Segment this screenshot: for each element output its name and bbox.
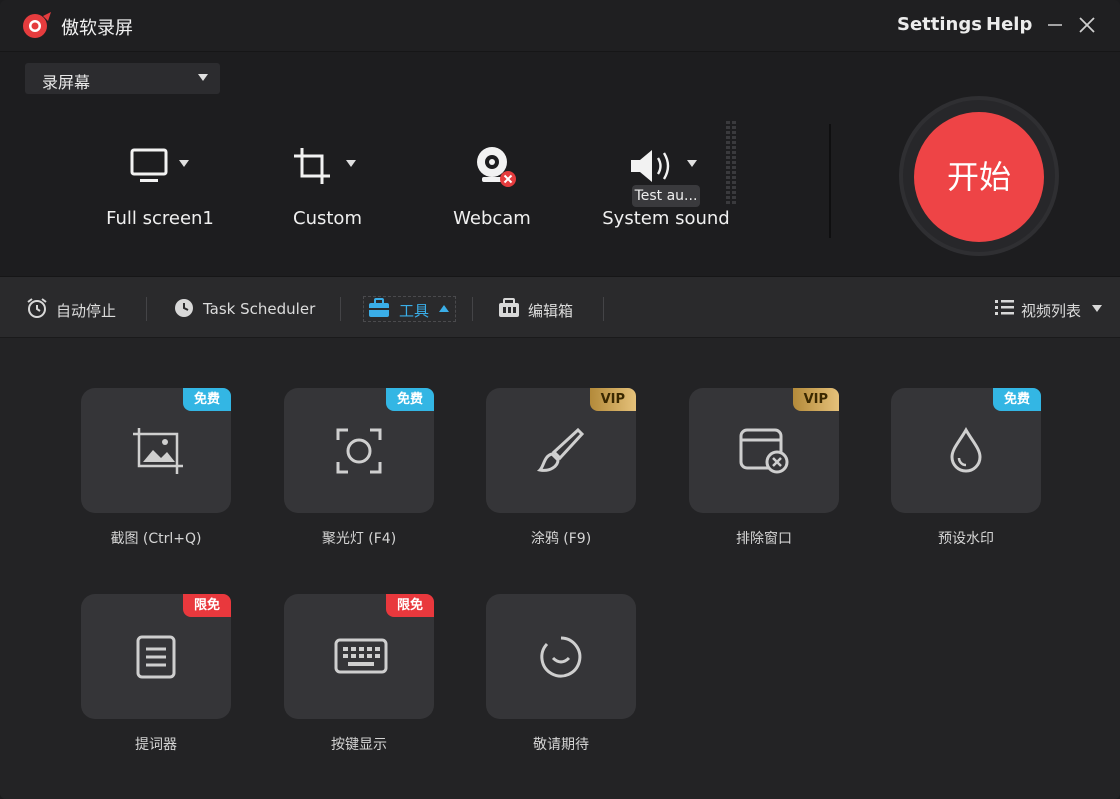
sound-dropdown-icon[interactable] xyxy=(687,160,697,167)
tool-card: 限免 xyxy=(284,594,434,719)
alarm-clock-icon xyxy=(27,298,47,318)
tool-label: 按键显示 xyxy=(331,737,387,753)
webcam-source[interactable]: Webcam xyxy=(450,142,534,242)
task-scheduler-button[interactable]: Task Scheduler xyxy=(173,296,318,322)
app-logo-icon xyxy=(23,12,51,38)
toolbox-icon xyxy=(369,298,389,317)
chevron-down-icon xyxy=(198,74,208,81)
tools-label: 工具 xyxy=(399,302,430,320)
watermark-drop-icon xyxy=(950,427,982,473)
record-panel: 录屏幕 Full screen1 Custom Webcam System so… xyxy=(0,52,1120,276)
crop-icon xyxy=(294,148,330,184)
tool-card: 免费 xyxy=(891,388,1041,513)
free-badge: 免费 xyxy=(182,388,231,411)
tools-grid: 免费 截图 (Ctrl+Q) 免费 聚光灯 (F4) VIP 涂鸦 (F9) V… xyxy=(0,338,1120,799)
tool-label: 敬请期待 xyxy=(533,737,589,753)
tool-card xyxy=(486,594,636,719)
vip-badge: VIP xyxy=(792,388,839,411)
chevron-up-icon xyxy=(439,305,449,312)
tool-card: 免费 xyxy=(284,388,434,513)
system-sound-label: System sound xyxy=(602,208,730,229)
auto-stop-button[interactable]: 自动停止 xyxy=(26,296,126,322)
coming-soon-icon xyxy=(540,636,582,678)
fullscreen-label: Full screen1 xyxy=(106,208,214,229)
function-toolbar: 自动停止 Task Scheduler 工具 编辑箱 视频列表 xyxy=(0,276,1120,338)
custom-source[interactable]: Custom xyxy=(280,142,375,242)
limited-free-badge: 限免 xyxy=(385,594,434,617)
exclude-window-icon xyxy=(739,428,789,474)
toolbar-divider xyxy=(603,297,604,321)
video-list-button[interactable]: 视频列表 xyxy=(994,296,1104,322)
editor-label: 编辑箱 xyxy=(528,302,574,320)
volume-meter xyxy=(726,121,736,204)
toolbar-divider xyxy=(472,297,473,321)
tool-label: 截图 (Ctrl+Q) xyxy=(110,531,202,547)
tool-label: 提词器 xyxy=(135,737,177,753)
custom-label: Custom xyxy=(293,208,362,229)
tool-label: 聚光灯 (F4) xyxy=(321,531,397,547)
vip-badge: VIP xyxy=(589,388,636,411)
sound-test-tooltip: Test au... xyxy=(632,185,700,207)
tool-card: 免费 xyxy=(81,388,231,513)
title-bar: 傲软录屏 Settings Help xyxy=(0,0,1120,52)
panel-divider xyxy=(829,124,831,238)
free-badge: 免费 xyxy=(385,388,434,411)
record-mode-select[interactable]: 录屏幕 xyxy=(25,63,220,94)
fullscreen-source[interactable]: Full screen1 xyxy=(105,142,215,242)
keyboard-icon xyxy=(334,638,388,674)
start-record-button[interactable]: 开始 xyxy=(914,112,1044,242)
limited-free-badge: 限免 xyxy=(182,594,231,617)
webcam-label: Webcam xyxy=(453,208,531,229)
auto-stop-label: 自动停止 xyxy=(56,302,117,320)
screenshot-icon xyxy=(133,428,183,474)
toolbar-divider xyxy=(146,297,147,321)
speaker-icon xyxy=(631,150,670,182)
teleprompter-icon xyxy=(136,635,176,679)
tool-card: VIP xyxy=(689,388,839,513)
app-window: 傲软录屏 Settings Help 录屏幕 Full screen1 Cust… xyxy=(0,0,1120,799)
tool-label: 预设水印 xyxy=(938,531,994,547)
close-icon[interactable] xyxy=(1074,12,1100,38)
task-scheduler-label: Task Scheduler xyxy=(203,300,316,318)
monitor-icon xyxy=(130,148,168,182)
tool-card: 限免 xyxy=(81,594,231,719)
app-title: 傲软录屏 xyxy=(61,18,133,39)
list-icon xyxy=(995,300,1014,315)
video-list-label: 视频列表 xyxy=(1021,302,1082,320)
toolbar-divider xyxy=(340,297,341,321)
brush-icon xyxy=(536,427,585,472)
editor-box-icon xyxy=(499,298,519,317)
clock-icon xyxy=(175,299,193,317)
tool-label: 涂鸦 (F9) xyxy=(530,531,592,547)
free-badge: 免费 xyxy=(992,388,1041,411)
editor-button[interactable]: 编辑箱 xyxy=(498,296,578,322)
fullscreen-dropdown-icon[interactable] xyxy=(179,160,189,167)
webcam-icon xyxy=(477,147,516,187)
tools-button[interactable]: 工具 xyxy=(368,296,456,322)
chevron-down-icon xyxy=(1092,305,1102,312)
tool-label: 排除窗口 xyxy=(736,531,792,547)
record-mode-label: 录屏幕 xyxy=(42,73,91,92)
spotlight-icon xyxy=(336,428,382,474)
tool-card: VIP xyxy=(486,388,636,513)
minimize-icon[interactable] xyxy=(1042,12,1068,38)
custom-dropdown-icon[interactable] xyxy=(346,160,356,167)
help-link[interactable]: Help xyxy=(986,14,1032,35)
settings-link[interactable]: Settings xyxy=(897,14,982,35)
